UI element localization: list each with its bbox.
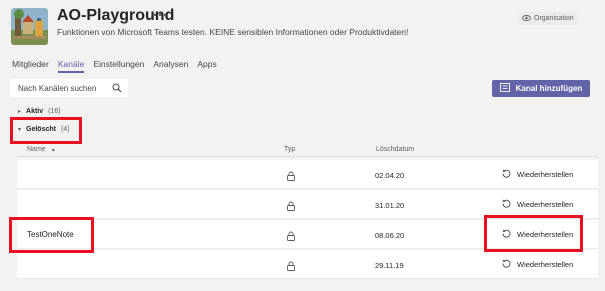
organisation-badge: Organisation (518, 12, 578, 25)
section-deleted-count: (4) (60, 126, 70, 133)
restore-label: Wiederherstellen (517, 170, 574, 179)
table-row: 29.11.19 Wiederherstellen (17, 250, 598, 279)
search-placeholder: Nach Kanälen suchen (18, 83, 97, 93)
tab-bar: Mitglieder Kanäle Einstellungen Analysen… (12, 59, 226, 73)
chevron-down-icon: ▾ (18, 127, 22, 133)
deleted-date: 02.04.20 (375, 171, 405, 180)
table-row: 02.04.20 Wiederherstellen (17, 160, 598, 189)
section-active-count: (16) (48, 108, 61, 115)
restore-label: Wiederherstellen (517, 230, 574, 239)
deleted-date: 31.01.20 (375, 201, 405, 210)
tab-members[interactable]: Mitglieder (12, 59, 49, 72)
chevron-right-icon: ▸ (18, 109, 22, 115)
eye-icon (522, 14, 531, 23)
table-row: TestOneNote 08.06.20 Wiederherstellen (17, 220, 598, 249)
tab-apps[interactable]: Apps (197, 59, 216, 72)
channel-add-icon (499, 83, 510, 94)
restore-button[interactable]: Wiederherstellen (502, 229, 573, 240)
more-options-icon[interactable]: ··· (153, 7, 168, 24)
add-channel-label: Kanal hinzufügen (515, 84, 583, 93)
column-name-label: Name (27, 146, 46, 153)
column-header-type: Typ (284, 146, 296, 153)
organisation-label: Organisation (534, 15, 574, 22)
table-row: 31.01.20 Wiederherstellen (17, 190, 598, 219)
restore-icon (502, 199, 511, 210)
lock-icon (287, 198, 295, 216)
tab-analytics[interactable]: Analysen (153, 59, 188, 72)
header-divider (17, 156, 598, 157)
sort-arrow-icon: ▴ (51, 147, 55, 153)
tab-channels[interactable]: Kanäle (57, 59, 85, 73)
restore-icon (502, 259, 511, 270)
restore-button[interactable]: Wiederherstellen (502, 259, 573, 270)
lock-icon (287, 168, 295, 186)
lock-icon (287, 228, 295, 246)
section-deleted-label: Gelöscht (26, 126, 56, 133)
section-active-label: Aktiv (26, 108, 44, 115)
restore-icon (502, 229, 511, 240)
deleted-date: 08.06.20 (375, 231, 405, 240)
team-avatar (11, 8, 48, 45)
restore-label: Wiederherstellen (517, 200, 574, 209)
restore-label: Wiederherstellen (517, 260, 574, 269)
team-description: Funktionen von Microsoft Teams testen. K… (57, 27, 409, 37)
section-deleted[interactable]: ▾ Gelöscht (4) (18, 126, 70, 133)
restore-button[interactable]: Wiederherstellen (502, 199, 573, 210)
channel-name: TestOneNote (27, 230, 74, 239)
tab-settings[interactable]: Einstellungen (93, 59, 144, 72)
add-channel-button[interactable]: Kanal hinzufügen (492, 80, 590, 97)
search-icon[interactable] (112, 83, 122, 95)
channel-search-input[interactable]: Nach Kanälen suchen (10, 79, 128, 97)
column-header-name[interactable]: Name ▴ (27, 146, 55, 153)
deleted-date: 29.11.19 (375, 261, 404, 270)
section-active[interactable]: ▸ Aktiv (16) (18, 108, 61, 115)
column-header-deleted-date: Löschdatum (376, 146, 415, 153)
restore-icon (502, 169, 511, 180)
lock-icon (287, 258, 295, 276)
restore-button[interactable]: Wiederherstellen (502, 169, 573, 180)
